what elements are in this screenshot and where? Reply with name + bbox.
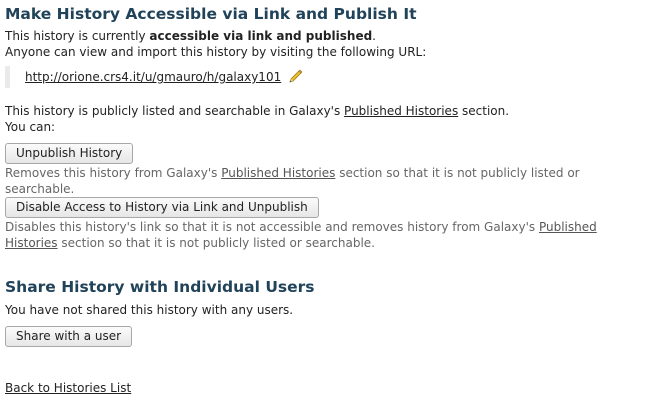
unpublish-description: Removes this history from Galaxy's Publi…: [5, 165, 650, 197]
disable-access-button[interactable]: Disable Access to History via Link and U…: [5, 197, 319, 218]
unpublish-desc-prefix: Removes this history from Galaxy's: [5, 166, 222, 180]
publish-status-value: accessible via link and published: [149, 29, 373, 43]
back-to-histories-link[interactable]: Back to Histories List: [5, 381, 131, 395]
publish-status-suffix: .: [372, 29, 376, 43]
listing-prefix: This history is publicly listed and sear…: [5, 104, 345, 118]
unpublish-history-button[interactable]: Unpublish History: [5, 143, 134, 164]
publish-status-prefix: This history is currently: [5, 29, 150, 43]
history-url-box: http://orione.crs4.it/u/gmauro/h/galaxy1…: [5, 66, 303, 88]
pencil-icon[interactable]: [287, 69, 303, 85]
share-with-user-button[interactable]: Share with a user: [5, 326, 133, 347]
you-can-text: You can:: [5, 120, 56, 134]
disable-desc-prefix: Disables this history's link so that it …: [5, 220, 539, 234]
unpublish-published-histories-link[interactable]: Published Histories: [221, 166, 335, 180]
url-intro-text: Anyone can view and import this history …: [5, 45, 427, 59]
disable-desc-suffix: section so that it is not publicly liste…: [57, 236, 375, 250]
publish-status-text: This history is currently accessible via…: [5, 28, 376, 44]
history-url-link[interactable]: http://orione.crs4.it/u/gmauro/h/galaxy1…: [25, 70, 281, 84]
share-section-title: Share History with Individual Users: [5, 278, 315, 296]
listing-suffix: section.: [458, 104, 510, 118]
publish-section-title: Make History Accessible via Link and Pub…: [5, 5, 417, 23]
back-link-container: Back to Histories List: [5, 380, 131, 396]
published-histories-link[interactable]: Published Histories: [344, 104, 458, 118]
published-listing-text: This history is publicly listed and sear…: [5, 103, 509, 119]
disable-description: Disables this history's link so that it …: [5, 219, 650, 251]
share-status-text: You have not shared this history with an…: [5, 303, 294, 317]
